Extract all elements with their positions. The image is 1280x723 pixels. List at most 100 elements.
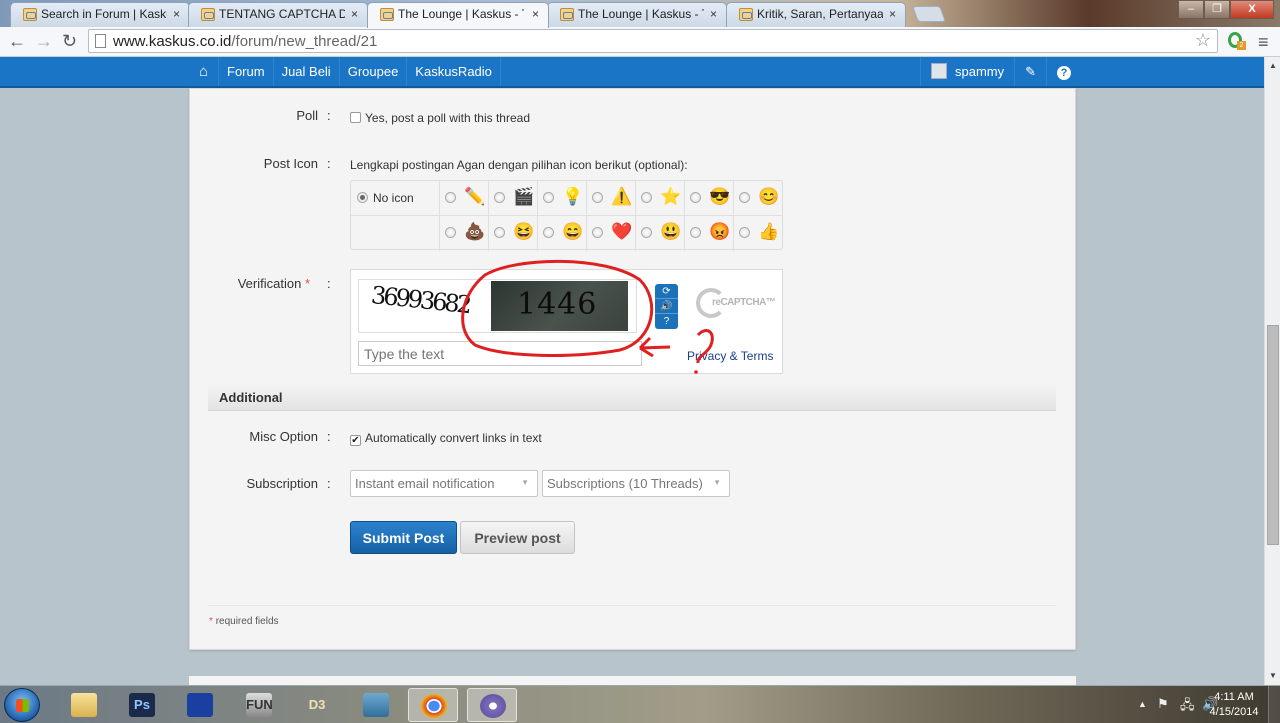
browser-tab-active[interactable]: The Lounge | Kaskus - The × <box>367 2 549 28</box>
browser-tab[interactable]: TENTANG CAPTCHA DAN × <box>188 2 368 27</box>
new-tab-button[interactable] <box>912 6 946 22</box>
scroll-down-icon[interactable]: ▼ <box>1265 669 1280 683</box>
audio-icon[interactable]: 🔊 <box>655 299 678 314</box>
icon-option-angry-face[interactable]: 😡 <box>685 216 734 251</box>
radio-no-icon[interactable] <box>357 192 368 203</box>
captcha-word-1: 36993682 <box>369 280 471 320</box>
icon-option-no-icon[interactable]: No icon <box>351 181 440 216</box>
icon-option-thumbs-up[interactable]: 👍 <box>734 216 782 251</box>
browser-tab[interactable]: The Lounge | Kaskus - The × <box>547 2 727 27</box>
subscription-folder-select[interactable]: Subscriptions (10 Threads) ▼ <box>542 470 730 497</box>
icon-option-star[interactable]: ⭐ <box>636 181 685 216</box>
radio-poop[interactable] <box>445 227 456 238</box>
taskbar-app-google-chrome[interactable] <box>408 688 458 722</box>
taskbar-app-app-blue-tower[interactable] <box>175 688 225 722</box>
tab-close-icon[interactable]: × <box>889 3 896 25</box>
poll-option[interactable]: Yes, post a poll with this thread <box>350 111 530 125</box>
subscription-mode-select[interactable]: Instant email notification ▼ <box>350 470 538 497</box>
nav-forum[interactable]: Forum <box>219 57 274 86</box>
scrollbar-thumb[interactable] <box>1267 325 1279 545</box>
url-text[interactable]: www.kaskus.co.id/forum/new_thread/21 <box>113 33 377 50</box>
tab-close-icon[interactable]: × <box>710 3 717 25</box>
misc-option[interactable]: ✔ Automatically convert links in text <box>350 431 542 446</box>
auto-links-checkbox[interactable]: ✔ <box>350 435 361 446</box>
taskbar-app-the-sims[interactable] <box>351 688 401 722</box>
icon-option-heart[interactable]: ❤️ <box>587 216 636 251</box>
radio-star[interactable] <box>641 192 652 203</box>
show-desktop-button[interactable] <box>1268 686 1280 723</box>
nav-groupee[interactable]: Groupee <box>340 57 408 86</box>
page-scrollbar[interactable]: ▲ ▼ <box>1264 57 1280 685</box>
network-icon[interactable]: 🖧 <box>1180 696 1195 718</box>
additional-section-header: Additional <box>208 384 1056 411</box>
user-menu[interactable]: spammy <box>920 57 1014 86</box>
scroll-up-icon[interactable]: ▲ <box>1265 59 1280 73</box>
radio-lightbulb[interactable] <box>543 192 554 203</box>
radio-warning[interactable] <box>592 192 603 203</box>
icon-grid-empty-cell <box>351 216 440 251</box>
radio-cool-face[interactable] <box>690 192 701 203</box>
radio-laughing-face[interactable] <box>494 227 505 238</box>
icon-option-smile-face[interactable]: 😊 <box>734 181 782 216</box>
icon-option-lightbulb[interactable]: 💡 <box>538 181 587 216</box>
minimize-button[interactable]: – <box>1178 0 1204 19</box>
taskbar-app-windows-explorer[interactable] <box>59 688 109 722</box>
system-clock[interactable]: 4:11 AM 4/15/2014 <box>1205 690 1263 720</box>
edit-icon[interactable]: ✎ <box>1014 57 1046 86</box>
required-mark: * <box>304 276 310 291</box>
refresh-icon[interactable]: ⟳ <box>655 284 678 299</box>
help-button[interactable]: ? <box>1046 57 1081 86</box>
forward-icon[interactable]: → <box>35 31 53 51</box>
maximize-button[interactable]: ❐ <box>1204 0 1230 19</box>
start-button[interactable] <box>4 688 40 722</box>
close-window-button[interactable]: X <box>1230 0 1274 19</box>
tab-close-icon[interactable]: × <box>351 3 358 25</box>
nav-kaskusradio[interactable]: KaskusRadio <box>407 57 501 86</box>
preview-post-button[interactable]: Preview post <box>460 521 575 554</box>
tab-close-icon[interactable]: × <box>173 3 180 25</box>
browser-tab[interactable]: Kritik, Saran, Pertanyaan S × <box>726 2 906 27</box>
radio-angry-face[interactable] <box>690 227 701 238</box>
required-fields-note: * required fields <box>209 616 279 627</box>
browser-tab[interactable]: Search in Forum | Kaskus × <box>10 2 190 27</box>
icon-option-cool-face[interactable]: 😎 <box>685 181 734 216</box>
radio-pencil[interactable] <box>445 192 456 203</box>
privacy-terms-link[interactable]: Privacy & Terms <box>687 349 773 363</box>
taskbar-app-photoshop[interactable]: Ps <box>117 688 167 722</box>
menu-icon[interactable]: ≡ <box>1258 32 1269 53</box>
the-sims-icon <box>363 693 389 717</box>
icon-option-poop[interactable]: 💩 <box>440 216 489 251</box>
taskbar-app-diablo3[interactable]: D3 <box>292 688 342 722</box>
address-bar[interactable]: www.kaskus.co.id/forum/new_thread/21 ☆ <box>88 29 1218 53</box>
back-icon[interactable]: ← <box>8 31 26 51</box>
submit-post-button[interactable]: Submit Post <box>350 521 457 554</box>
captcha-response-input[interactable] <box>358 341 642 366</box>
icon-option-happy-blue-face[interactable]: 😃 <box>636 216 685 251</box>
icon-option-clapperboard[interactable]: 🎬 <box>489 181 538 216</box>
radio-grinning-face[interactable] <box>543 227 554 238</box>
help-icon[interactable]: ? <box>655 314 678 329</box>
icon-option-grinning-face[interactable]: 😄 <box>538 216 587 251</box>
star-icon: ⭐ <box>660 187 682 206</box>
bookmark-star-icon[interactable]: ☆ <box>1195 30 1211 51</box>
grinning-face-icon: 😄 <box>562 222 584 241</box>
home-icon[interactable]: ⌂ <box>189 57 219 86</box>
tab-title: Kritik, Saran, Pertanyaan S <box>757 7 883 21</box>
radio-heart[interactable] <box>592 227 603 238</box>
radio-clapperboard[interactable] <box>494 192 505 203</box>
radio-happy-blue-face[interactable] <box>641 227 652 238</box>
icon-option-laughing-face[interactable]: 😆 <box>489 216 538 251</box>
tab-close-icon[interactable]: × <box>532 3 539 25</box>
icon-option-warning[interactable]: ⚠️ <box>587 181 636 216</box>
nav-jual-beli[interactable]: Jual Beli <box>274 57 340 86</box>
radio-smile-face[interactable] <box>739 192 750 203</box>
taskbar-app-fun-drive[interactable]: FUN <box>234 688 284 722</box>
poll-checkbox[interactable] <box>350 112 361 123</box>
action-center-flag-icon[interactable]: ⚑ <box>1157 696 1169 712</box>
taskbar-app-bittorrent[interactable] <box>467 688 517 722</box>
icon-option-pencil[interactable]: ✏️ <box>440 181 489 216</box>
reload-icon[interactable]: ↻ <box>62 31 77 51</box>
captcha-image: 36993682 1446 <box>358 279 637 333</box>
radio-thumbs-up[interactable] <box>739 227 750 238</box>
show-hidden-icons[interactable]: ▲ <box>1138 699 1147 709</box>
